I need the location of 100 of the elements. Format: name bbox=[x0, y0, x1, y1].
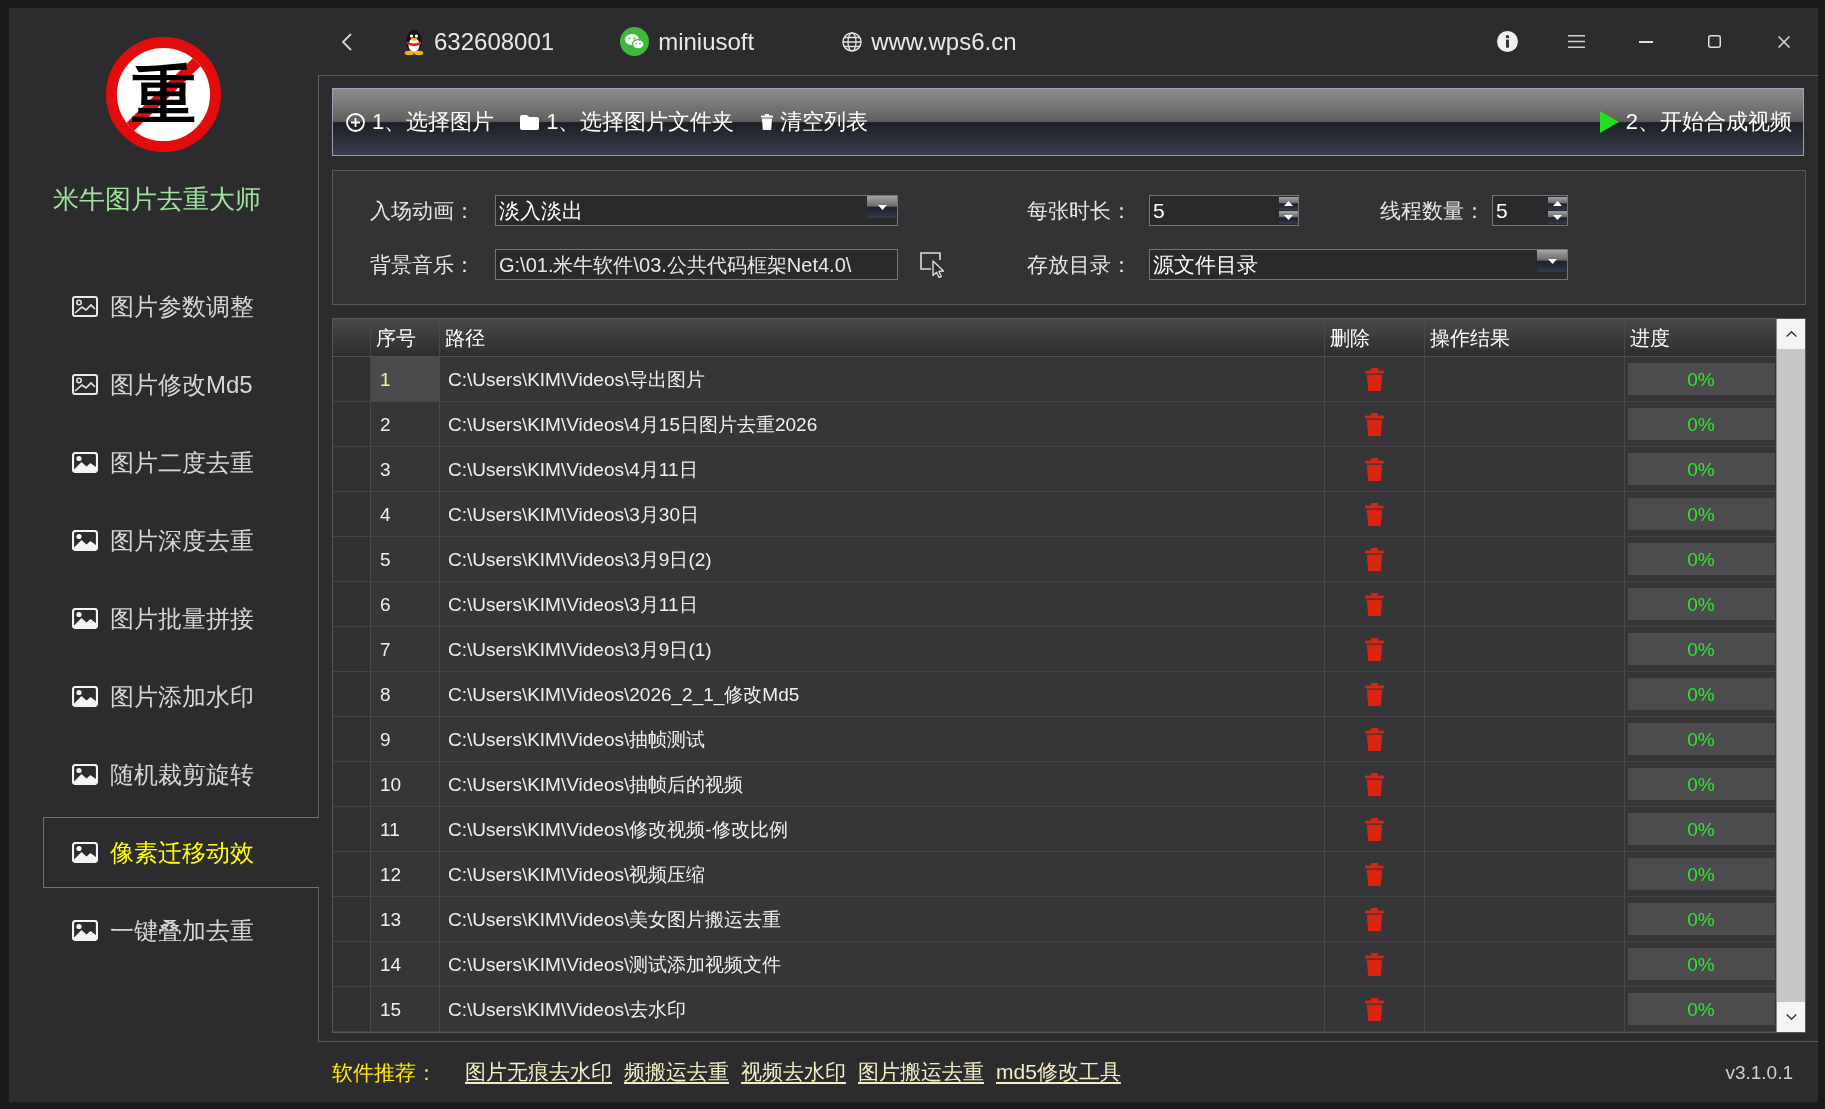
progress-label: 0% bbox=[1687, 729, 1715, 749]
table-cell: C:\Users\KIM\Videos\4月11日 bbox=[440, 447, 1325, 491]
scroll-down-button[interactable] bbox=[1777, 1002, 1805, 1032]
dropdown-button[interactable] bbox=[867, 196, 897, 218]
progress-label: 0% bbox=[1687, 639, 1715, 659]
trash-icon[interactable] bbox=[1365, 592, 1384, 616]
table-cell: C:\Users\KIM\Videos\3月9日(2) bbox=[440, 537, 1325, 581]
table-cell: C:\Users\KIM\Videos\去水印 bbox=[440, 987, 1325, 1031]
close-icon[interactable] bbox=[1777, 35, 1790, 48]
dropdown-button[interactable] bbox=[1537, 250, 1567, 272]
spin-down-button[interactable] bbox=[1279, 211, 1298, 224]
image-icon bbox=[72, 764, 98, 785]
table-cell: 10 bbox=[371, 762, 440, 806]
trash-icon[interactable] bbox=[1365, 412, 1384, 436]
image-icon bbox=[72, 530, 98, 551]
caret-up-icon bbox=[1553, 201, 1562, 206]
trash-icon[interactable] bbox=[1365, 502, 1384, 526]
maximize-icon[interactable] bbox=[1708, 35, 1721, 48]
row-header[interactable] bbox=[333, 582, 371, 626]
trash-icon[interactable] bbox=[1365, 367, 1384, 391]
row-header[interactable] bbox=[333, 672, 371, 716]
table-cell: 7 bbox=[371, 627, 440, 671]
sidebar-item[interactable]: 像素迁移动效 bbox=[43, 817, 319, 888]
row-header[interactable] bbox=[333, 357, 371, 401]
table-cell: 5 bbox=[371, 537, 440, 581]
row-header[interactable] bbox=[333, 942, 371, 986]
sidebar-item[interactable]: 图片二度去重 bbox=[43, 427, 318, 498]
progress-label: 0% bbox=[1687, 864, 1715, 884]
table-cell: 14 bbox=[371, 942, 440, 986]
row-header[interactable] bbox=[333, 447, 371, 491]
trash-icon[interactable] bbox=[1365, 997, 1384, 1021]
toolbar-button[interactable]: 1、选择图片文件夹 bbox=[520, 111, 735, 133]
scroll-up-button[interactable] bbox=[1777, 319, 1805, 349]
sidebar-item[interactable]: 图片批量拼接 bbox=[43, 583, 318, 654]
trash-icon[interactable] bbox=[1365, 862, 1384, 886]
row-header[interactable] bbox=[333, 627, 371, 671]
trash-icon bbox=[760, 114, 773, 130]
row-header[interactable] bbox=[333, 492, 371, 536]
link[interactable]: md5修改工具 bbox=[996, 1059, 1121, 1085]
trash-icon[interactable] bbox=[1365, 907, 1384, 931]
text-field[interactable]: G:\01.米牛软件\03.公共代码框架Net4.0\ bbox=[495, 249, 898, 280]
website-link[interactable]: www.wps6.cn bbox=[871, 29, 1017, 54]
field-label: 存放目录： bbox=[1027, 252, 1133, 278]
image-icon bbox=[72, 374, 98, 395]
progress-label: 0% bbox=[1687, 819, 1715, 839]
sidebar-item[interactable]: 随机裁剪旋转 bbox=[43, 739, 318, 810]
trash-icon[interactable] bbox=[1365, 952, 1384, 976]
row-header[interactable] bbox=[333, 537, 371, 581]
table-cell: C:\Users\KIM\Videos\抽帧测试 bbox=[440, 717, 1325, 761]
table-cell: C:\Users\KIM\Videos\修改视频-修改比例 bbox=[440, 807, 1325, 851]
spin-up-button[interactable] bbox=[1548, 197, 1567, 210]
trash-icon[interactable] bbox=[1365, 637, 1384, 661]
row-header[interactable] bbox=[333, 897, 371, 941]
table-cell: C:\Users\KIM\Videos\抽帧后的视频 bbox=[440, 762, 1325, 806]
table-cell: C:\Users\KIM\Videos\4月15日图片去重2026 bbox=[440, 402, 1325, 446]
penguin-icon bbox=[403, 28, 425, 55]
table-cell: C:\Users\KIM\Videos\2026_2_1_修改Md5 bbox=[440, 672, 1325, 716]
back-icon[interactable] bbox=[342, 32, 352, 51]
field-label: 线程数量： bbox=[1380, 198, 1486, 224]
chat-bubbles-icon bbox=[620, 27, 650, 56]
row-header[interactable] bbox=[333, 807, 371, 851]
table-cell: C:\Users\KIM\Videos\导出图片 bbox=[440, 357, 1325, 401]
spin-down-button[interactable] bbox=[1548, 211, 1567, 224]
link[interactable]: 图片搬运去重 bbox=[858, 1059, 984, 1085]
sidebar-item[interactable]: 图片深度去重 bbox=[43, 505, 318, 576]
link[interactable]: 频搬运去重 bbox=[624, 1059, 729, 1085]
menu-icon[interactable] bbox=[1568, 35, 1585, 48]
row-header[interactable] bbox=[333, 987, 371, 1031]
link[interactable]: 图片无痕去水印 bbox=[465, 1059, 612, 1085]
toolbar-button[interactable]: 清空列表 bbox=[760, 111, 868, 133]
toolbar-button[interactable]: 2、开始合成视频 bbox=[1599, 111, 1792, 133]
toolbar-button[interactable]: 1、选择图片 bbox=[346, 111, 495, 133]
dropdown[interactable]: 淡入淡出 bbox=[495, 195, 898, 226]
spin-box[interactable]: 5 bbox=[1149, 195, 1299, 226]
dropdown[interactable]: 源文件目录 bbox=[1149, 249, 1568, 280]
trash-icon[interactable] bbox=[1365, 772, 1384, 796]
trash-icon[interactable] bbox=[1365, 682, 1384, 706]
row-header[interactable] bbox=[333, 402, 371, 446]
trash-icon[interactable] bbox=[1365, 817, 1384, 841]
spin-box[interactable]: 5 bbox=[1492, 195, 1568, 226]
minimize-icon[interactable] bbox=[1638, 40, 1653, 43]
link[interactable]: 视频去水印 bbox=[741, 1059, 846, 1085]
row-header[interactable] bbox=[333, 717, 371, 761]
trash-icon[interactable] bbox=[1365, 727, 1384, 751]
caret-down-icon bbox=[877, 204, 887, 210]
trash-icon[interactable] bbox=[1365, 457, 1384, 481]
row-header[interactable] bbox=[333, 762, 371, 806]
sidebar-item[interactable]: 一键叠加去重 bbox=[43, 895, 318, 966]
sidebar-item[interactable]: 图片参数调整 bbox=[43, 271, 318, 342]
image-icon bbox=[72, 686, 98, 707]
sidebar-item[interactable]: 图片修改Md5 bbox=[43, 349, 318, 420]
progress-label: 0% bbox=[1687, 459, 1715, 479]
sidebar-item[interactable]: 图片添加水印 bbox=[43, 661, 318, 732]
info-icon[interactable] bbox=[1497, 31, 1518, 52]
spin-up-button[interactable] bbox=[1279, 197, 1298, 210]
progress-label: 0% bbox=[1687, 999, 1715, 1019]
trash-icon[interactable] bbox=[1365, 547, 1384, 571]
column-header: 删除 bbox=[1325, 319, 1425, 356]
row-header[interactable] bbox=[333, 852, 371, 896]
field-label: 入场动画： bbox=[370, 198, 476, 224]
